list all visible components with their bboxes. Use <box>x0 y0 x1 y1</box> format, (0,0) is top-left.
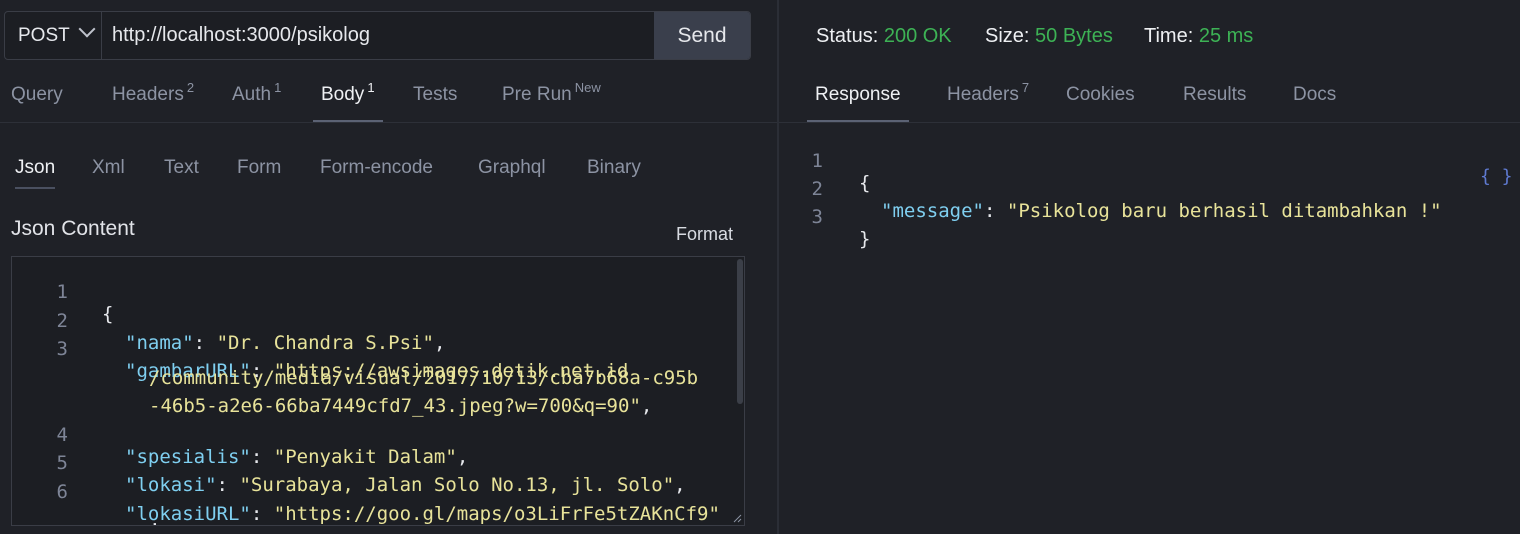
braces-icon[interactable]: { } <box>1480 166 1513 187</box>
tab-results[interactable]: Results <box>1183 84 1246 122</box>
json-key: nama <box>136 332 183 354</box>
tab-response-headers[interactable]: Headers 7 <box>947 80 1029 122</box>
json-value-continuation: -46b5-a2e6-66ba7449cfd7_43.jpeg?w=700&q=… <box>149 395 630 417</box>
body-tab-xml[interactable]: Xml <box>92 157 125 189</box>
editor-line: -46b5-a2e6-66ba7449cfd7_43.jpeg?w=700&q=… <box>149 395 653 417</box>
body-type-tabs: Json Xml Text Form Form-encode Graphql B… <box>0 150 777 190</box>
tab-auth-count: 1 <box>274 80 282 95</box>
resize-handle-icon[interactable] <box>732 513 742 523</box>
size-indicator: Size: 50 Bytes <box>985 25 1113 47</box>
json-editor[interactable]: 1 { 2 "nama": "Dr. Chandra S.Psi", 3 "ga… <box>11 256 745 526</box>
format-button[interactable]: Format <box>676 224 733 245</box>
send-button[interactable]: Send <box>654 12 750 59</box>
json-key: message <box>892 200 973 222</box>
time-value: 25 ms <box>1198 25 1254 47</box>
response-line: 2 "message": "Psikolog baru berhasil dit… <box>779 156 1442 222</box>
tab-headers-count: 2 <box>186 80 195 95</box>
editor-line: 4 "spesialis": "Penyakit Dalam", <box>12 402 469 468</box>
editor-scrollbar[interactable] <box>737 259 743 404</box>
time-indicator: Time: 25 ms <box>1144 25 1254 47</box>
tab-response[interactable]: Response <box>807 84 909 122</box>
json-value-continuation: /community/media/visual/2017/10/13/cba7b… <box>149 367 699 389</box>
editor-line: 1 { <box>12 259 114 325</box>
request-tabs: Query Headers 2 Auth 1 Body 1 Tests Pre Run… <box>0 80 777 123</box>
tab-body-count: 1 <box>367 80 375 95</box>
method-select[interactable]: POST <box>5 12 102 59</box>
json-key: lokasi <box>136 474 206 496</box>
url-input[interactable]: http://localhost:3000/psikolog <box>103 12 655 59</box>
tab-headers[interactable]: Headers 2 <box>112 80 194 122</box>
editor-line: 2 "nama": "Dr. Chandra S.Psi", <box>12 288 446 354</box>
json-value: Penyakit Dalam <box>285 446 446 468</box>
json-value: Surabaya, Jalan Solo No.13, jl. Solo <box>250 474 663 496</box>
tab-auth[interactable]: Auth 1 <box>232 80 281 122</box>
tab-pre-run-badge: New <box>574 80 601 95</box>
tab-tests[interactable]: Tests <box>413 84 457 122</box>
editor-line: 3 "gambarURL": "https://awsimages.detik.… <box>12 316 629 382</box>
response-panel: Status: 200 OK Size: 50 Bytes Time: 25 m… <box>779 0 1520 534</box>
body-tab-text[interactable]: Text <box>164 157 199 189</box>
line-number: 3 <box>811 206 823 228</box>
tab-docs[interactable]: Docs <box>1293 84 1336 122</box>
json-content-title: Json Content <box>11 217 135 240</box>
status-value: 200 OK <box>883 25 952 47</box>
body-tab-graphql[interactable]: Graphql <box>478 157 546 189</box>
body-tab-json[interactable]: Json <box>15 157 56 189</box>
response-line: 3 } <box>779 184 871 250</box>
tab-body[interactable]: Body 1 <box>313 80 383 122</box>
json-value: https://goo.gl/maps/o3LiFrFe5tZAKnCf9 <box>285 503 709 525</box>
status-indicator: Status: 200 OK <box>816 25 952 47</box>
editor-line: 5 "lokasi": "Surabaya, Jalan Solo No.13,… <box>12 430 686 496</box>
method-label: POST <box>18 24 70 46</box>
json-key: spesialis <box>136 446 240 468</box>
editor-line: /community/media/visual/2017/10/13/cba7b… <box>12 345 698 389</box>
request-panel: POST http://localhost:3000/psikolog Send… <box>0 0 777 534</box>
tab-cookies[interactable]: Cookies <box>1066 84 1135 122</box>
tab-pre-run[interactable]: Pre Run New <box>502 80 601 122</box>
response-tabs: Response Headers 7 Cookies Results Docs {… <box>779 80 1520 187</box>
tab-query[interactable]: Query <box>11 84 63 122</box>
response-line: 1 { <box>779 128 871 194</box>
json-value: Psikolog baru berhasil ditambahkan ! <box>1018 200 1431 222</box>
chevron-down-icon <box>78 20 96 38</box>
size-value: 50 Bytes <box>1035 25 1113 47</box>
json-value: Dr. Chandra S.Psi <box>228 332 423 354</box>
body-tab-form[interactable]: Form <box>237 157 281 189</box>
body-tab-form-encode[interactable]: Form-encode <box>320 157 433 189</box>
body-tab-binary[interactable]: Binary <box>587 157 641 189</box>
tab-response-headers-count: 7 <box>1021 80 1030 95</box>
url-bar: POST http://localhost:3000/psikolog Send <box>4 11 751 60</box>
editor-line: 6 "lokasiURL": "https://goo.gl/maps/o3Li… <box>12 459 720 525</box>
editor-line: , <box>149 509 161 526</box>
